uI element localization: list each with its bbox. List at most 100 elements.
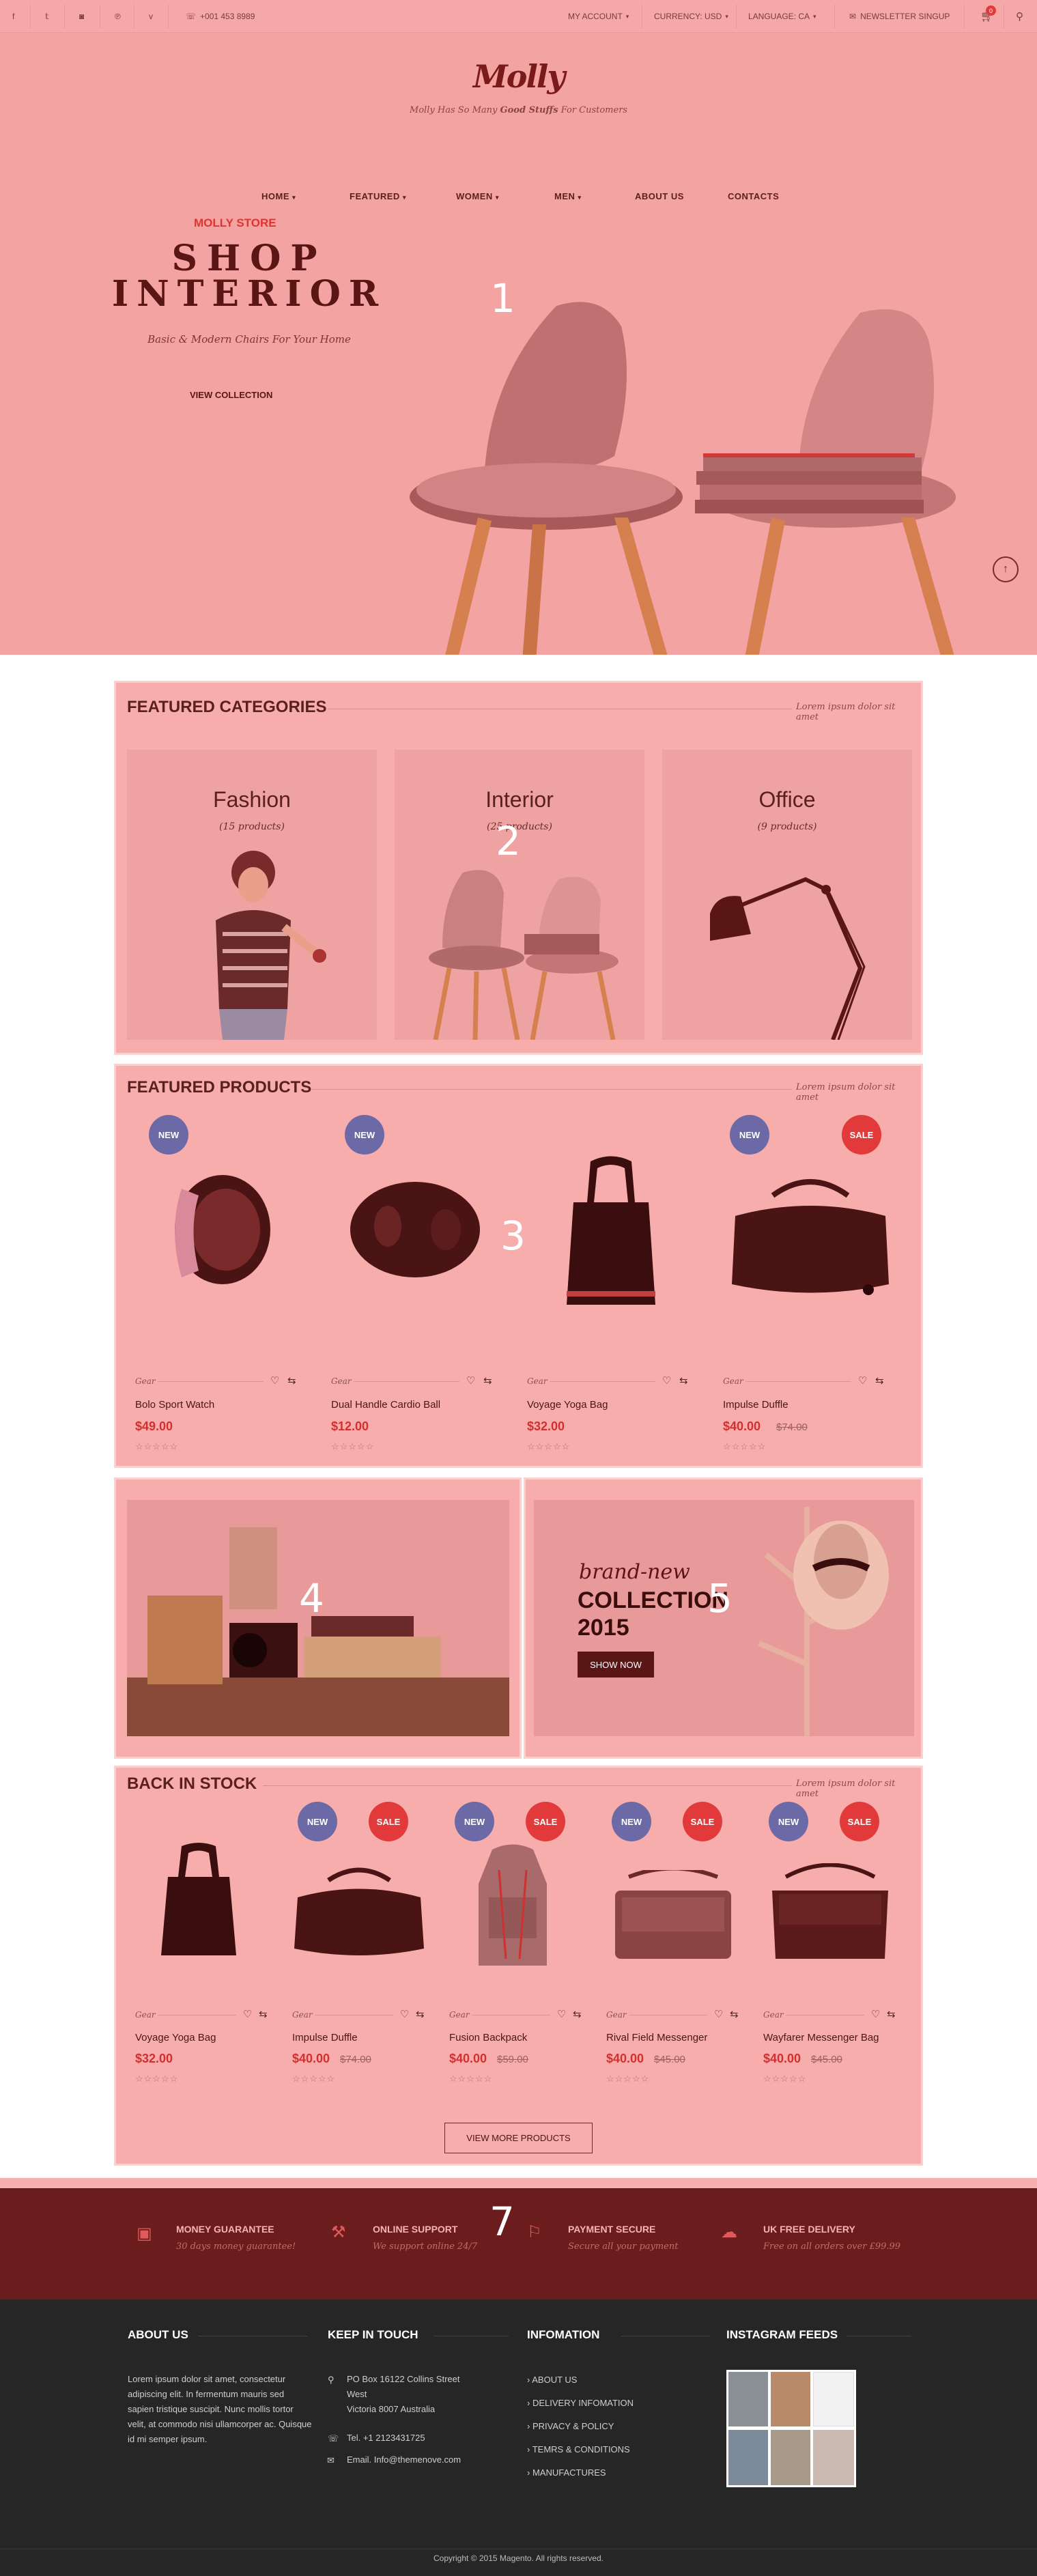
product-name[interactable]: Voyage Yoga Bag bbox=[527, 1399, 608, 1411]
footer-link[interactable]: › TEMRS & CONDITIONS bbox=[527, 2444, 630, 2454]
compare-icon[interactable]: ⇆ bbox=[679, 1374, 688, 1387]
instagram-photo[interactable] bbox=[728, 2430, 768, 2485]
heart-icon[interactable]: ♡ bbox=[400, 2008, 409, 2020]
product-card[interactable]: NEW Gear ♡ ⇆ Bolo Sport Watch $49.00 ☆☆☆… bbox=[127, 1107, 311, 1455]
view-collection-button[interactable]: VIEW COLLECTION bbox=[190, 390, 272, 400]
product-name[interactable]: Bolo Sport Watch bbox=[135, 1399, 214, 1411]
product-card[interactable]: NEW SALE Gear ♡ ⇆ Impulse Duffle $40.00 … bbox=[715, 1107, 913, 1455]
instagram-photo[interactable] bbox=[728, 2372, 768, 2426]
divider bbox=[550, 1381, 655, 1382]
book bbox=[696, 471, 922, 485]
compare-icon[interactable]: ⇆ bbox=[730, 2008, 739, 2020]
product-name[interactable]: Rival Field Messenger bbox=[606, 2032, 707, 2043]
feature-title: ONLINE SUPPORT bbox=[373, 2224, 458, 2235]
chevron-down-icon: ▾ bbox=[813, 12, 816, 20]
footer-link[interactable]: › ABOUT US bbox=[527, 2375, 577, 2385]
map-pin-icon: ⚲ bbox=[328, 2375, 335, 2385]
nav-home[interactable]: HOME ▾ bbox=[261, 191, 296, 201]
product-card[interactable]: NEW SALE Gear ♡ ⇆ Wayfarer Messenger Bag… bbox=[755, 1802, 912, 2123]
product-category: Gear bbox=[723, 1376, 743, 1386]
rocket-icon: ⚐ bbox=[527, 2223, 542, 2241]
product-card[interactable]: NEW SALE Gear ♡ ⇆ Rival Field Messenger … bbox=[598, 1802, 748, 2123]
nav-men[interactable]: MEN ▾ bbox=[554, 191, 582, 201]
currency-dropdown[interactable]: CURRENCY: USD ▾ bbox=[654, 0, 728, 33]
compare-icon[interactable]: ⇆ bbox=[483, 1374, 492, 1387]
compare-icon[interactable]: ⇆ bbox=[887, 2008, 896, 2020]
facebook-icon[interactable]: f bbox=[12, 0, 14, 33]
instagram-icon[interactable]: ◙ bbox=[79, 0, 84, 33]
footer-title: INSTAGRAM FEEDS bbox=[726, 2328, 838, 2341]
section-title: BACK IN STOCK bbox=[127, 1774, 257, 1793]
search-icon[interactable]: ⚲ bbox=[1016, 0, 1023, 33]
compare-icon[interactable]: ⇆ bbox=[287, 1374, 296, 1387]
vimeo-icon[interactable]: v bbox=[149, 0, 153, 33]
nav-women[interactable]: WOMEN ▾ bbox=[456, 191, 499, 201]
product-name[interactable]: Dual Handle Cardio Ball bbox=[331, 1399, 440, 1411]
tagline-text: Molly Has So Many bbox=[409, 105, 500, 115]
twitter-icon[interactable]: 𝕥 bbox=[45, 0, 49, 33]
footer-link[interactable]: › PRIVACY & POLICY bbox=[527, 2421, 614, 2431]
instagram-photo[interactable] bbox=[813, 2372, 854, 2426]
language-dropdown[interactable]: LANGUAGE: CA ▾ bbox=[748, 0, 816, 33]
rating-stars: ☆☆☆☆☆ bbox=[449, 2073, 493, 2084]
product-name[interactable]: Voyage Yoga Bag bbox=[135, 2032, 216, 2043]
chair-seat-top bbox=[416, 463, 676, 518]
product-card[interactable]: NEW SALE Gear ♡ ⇆ Fusion Backpack $40.00… bbox=[441, 1802, 591, 2123]
pinterest-icon[interactable]: ℗ bbox=[115, 0, 121, 33]
heart-icon[interactable]: ♡ bbox=[662, 1374, 671, 1387]
section-note: Lorem ipsum dolor sit amet bbox=[792, 702, 921, 722]
footer-link[interactable]: › DELIVERY INFOMATION bbox=[527, 2398, 634, 2408]
heart-icon[interactable]: ♡ bbox=[858, 1374, 867, 1387]
divider bbox=[64, 4, 65, 29]
scroll-up-button[interactable]: ↑ bbox=[993, 556, 1019, 582]
footer-email[interactable]: Email. Info@themenove.com bbox=[347, 2452, 461, 2467]
section-note: Lorem ipsum dolor sit amet bbox=[792, 1779, 921, 1799]
product-category: Gear bbox=[331, 1376, 352, 1386]
category-card-interior[interactable]: Interior (25 products) 2 bbox=[395, 750, 644, 1040]
category-card-fashion[interactable]: Fashion (15 products) bbox=[127, 750, 377, 1040]
footer-title: ABOUT US bbox=[128, 2328, 188, 2341]
product-card[interactable]: NEW Gear ♡ ⇆ Dual Handle Cardio Ball $12… bbox=[323, 1107, 507, 1455]
chevron-down-icon: ▾ bbox=[725, 12, 728, 20]
show-now-button[interactable]: SHOW NOW bbox=[578, 1652, 654, 1678]
product-name[interactable]: Fusion Backpack bbox=[449, 2032, 527, 2043]
compare-icon[interactable]: ⇆ bbox=[573, 2008, 582, 2020]
old-price: $74.00 bbox=[340, 2054, 371, 2065]
banner-left[interactable]: 4 bbox=[114, 1477, 522, 1759]
view-more-products-button[interactable]: VIEW MORE PRODUCTS bbox=[444, 2123, 593, 2153]
product-card[interactable]: NEW SALE Gear ♡ ⇆ Impulse Duffle $40.00 … bbox=[284, 1802, 434, 2123]
product-name[interactable]: Impulse Duffle bbox=[292, 2032, 358, 2043]
instagram-photo[interactable] bbox=[771, 2372, 810, 2426]
envelope-icon: ✉ bbox=[849, 12, 857, 21]
compare-icon[interactable]: ⇆ bbox=[416, 2008, 425, 2020]
product-card[interactable]: Gear ♡ ⇆ Voyage Yoga Bag $32.00 ☆☆☆☆☆ bbox=[519, 1107, 703, 1455]
heart-icon[interactable]: ♡ bbox=[466, 1374, 475, 1387]
compare-icon[interactable]: ⇆ bbox=[259, 2008, 268, 2020]
newsletter-link[interactable]: ✉ NEWSLETTER SINGUP bbox=[849, 0, 950, 33]
product-name[interactable]: Wayfarer Messenger Bag bbox=[763, 2032, 879, 2043]
product-price: $12.00 bbox=[331, 1419, 369, 1433]
instagram-photo[interactable] bbox=[813, 2430, 854, 2485]
compare-icon[interactable]: ⇆ bbox=[875, 1374, 884, 1387]
product-name[interactable]: Impulse Duffle bbox=[723, 1399, 789, 1411]
footer-title: INFOMATION bbox=[527, 2328, 600, 2341]
hero-title-line2: INTERIOR bbox=[111, 273, 387, 315]
heart-icon[interactable]: ♡ bbox=[871, 2008, 880, 2020]
nav-contacts[interactable]: CONTACTS bbox=[728, 191, 779, 201]
heart-icon[interactable]: ♡ bbox=[270, 1374, 279, 1387]
banner-right[interactable]: brand-new COLLECTION 2015 SHOW NOW 5 bbox=[524, 1477, 923, 1759]
cart-button[interactable]: 🛒︎ 0 bbox=[980, 0, 996, 33]
rating-stars: ☆☆☆☆☆ bbox=[135, 1441, 179, 1452]
feature-title: MONEY GUARANTEE bbox=[176, 2224, 274, 2235]
footer-link[interactable]: › MANUFACTURES bbox=[527, 2467, 606, 2478]
product-card[interactable]: Gear ♡ ⇆ Voyage Yoga Bag $32.00 ☆☆☆☆☆ bbox=[127, 1802, 277, 2123]
my-account-dropdown[interactable]: MY ACCOUNT ▾ bbox=[568, 0, 629, 33]
heart-icon[interactable]: ♡ bbox=[557, 2008, 566, 2020]
heart-icon[interactable]: ♡ bbox=[243, 2008, 252, 2020]
instagram-photo[interactable] bbox=[771, 2430, 810, 2485]
logo[interactable]: Molly bbox=[0, 58, 1037, 95]
nav-featured[interactable]: FEATURED ▾ bbox=[350, 191, 406, 201]
heart-icon[interactable]: ♡ bbox=[714, 2008, 723, 2020]
category-card-office[interactable]: Office (9 products) bbox=[662, 750, 912, 1040]
nav-about-us[interactable]: ABOUT US bbox=[635, 191, 684, 201]
